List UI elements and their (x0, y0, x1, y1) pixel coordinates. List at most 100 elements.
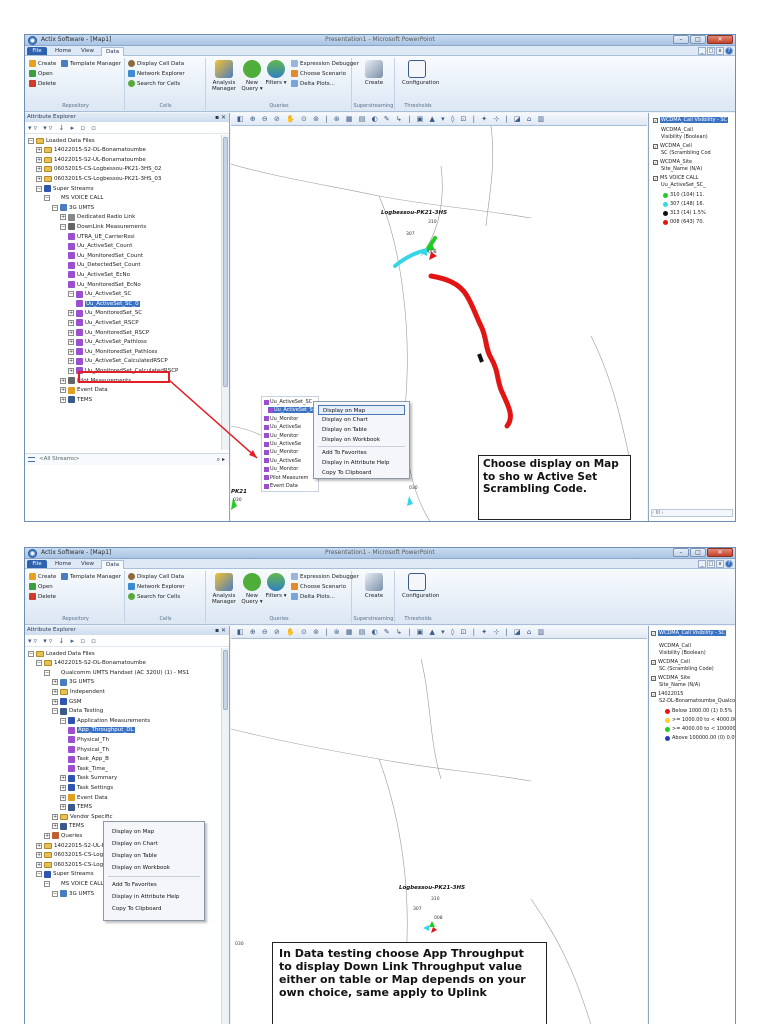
tree-node[interactable]: − Super Streams (36, 870, 94, 879)
drag-list-item[interactable]: Uu_Monitor (264, 449, 298, 455)
legend-layer[interactable]: Site_Name (N/A) (659, 682, 700, 688)
explorer-toolbar[interactable]: ▾▿ ▾▿ ↓ ▸ ▫ ▫ (25, 122, 229, 134)
tree-node[interactable]: + Uu_ActiveSet_RSCP (68, 318, 139, 327)
drag-list-item[interactable]: Uu_Monitor (264, 416, 298, 422)
display-on-table-item[interactable]: Display on Table (108, 851, 200, 861)
analysis-manager-button[interactable]: Analysis Manager (209, 60, 239, 92)
legend-layer[interactable]: WCDMA_Call (659, 643, 691, 649)
expression-debugger-button[interactable]: Expression Debugger (291, 60, 359, 67)
drag-list-item[interactable]: Uu_Monitor (264, 433, 298, 439)
tree-node[interactable]: + Uu_MonitoredSet_RSCP (68, 328, 149, 337)
tree-node[interactable]: +14022015-S2-UL-Bonamatoumbe (36, 155, 146, 164)
legend-layer[interactable]: ✓ WCDMA_Call Visibility - SC (651, 630, 727, 636)
tree-node[interactable]: − 3G UMTS (52, 889, 94, 898)
tree-node[interactable]: − MS VOICE CALL (44, 879, 103, 888)
checkbox-icon[interactable]: ✓ (653, 159, 658, 165)
expand-icon[interactable]: + (60, 396, 66, 403)
checkbox-icon[interactable]: ✓ (651, 675, 656, 681)
tree-node[interactable]: − Uu_ActiveSet_SC (68, 290, 131, 299)
collapse-icon[interactable]: − (68, 291, 74, 298)
tree-node[interactable]: Uu_DetectedSet_Count (68, 261, 141, 270)
legend-entry[interactable]: 310 (104) 11. (663, 192, 704, 198)
display-on-workbook-item[interactable]: Display on Workbook (108, 863, 200, 873)
expression-debugger-button[interactable]: Expression Debugger (291, 573, 359, 580)
display-cell-data-button[interactable]: Display Cell Data (128, 60, 184, 67)
tree-node[interactable]: + Queries (44, 831, 82, 840)
legend-layer[interactable]: S2-DL-Bonamatoumbe_Qualcomm UMTS Handset… (659, 698, 735, 704)
attribute-help-item[interactable]: Display in Attribute Help (108, 892, 200, 902)
collapse-icon[interactable]: − (36, 185, 42, 192)
display-on-map-item[interactable]: Display on Map (318, 405, 405, 415)
collapse-icon[interactable]: − (52, 204, 58, 211)
expand-icon[interactable]: + (60, 794, 66, 801)
collapse-icon[interactable]: − (52, 708, 58, 715)
open-button[interactable]: Open (29, 70, 53, 77)
pin-icon[interactable]: ▪ ✕ (215, 114, 226, 121)
legend-layer[interactable]: Visibility (Boolean) (659, 650, 706, 656)
search-icon[interactable]: ⌕ ▸ (217, 454, 225, 465)
legend-entry[interactable]: 307 (148) 16. (663, 201, 704, 207)
expand-icon[interactable]: + (36, 147, 42, 154)
network-explorer-button[interactable]: Network Explorer (128, 70, 185, 77)
legend-layer[interactable]: SC (Scrambling Cod (661, 150, 711, 156)
tree-node[interactable]: − 14022015-S2-DL-Bonamatoumbe (36, 659, 146, 668)
mdi-minimize-button[interactable]: _ (698, 560, 706, 568)
create-button[interactable]: Create (29, 60, 56, 67)
checkbox-icon[interactable]: ✓ (651, 659, 656, 665)
tree-node[interactable]: Uu_ActiveSet_EcNo (68, 270, 130, 279)
tree-node[interactable]: Uu_MonitoredSet_EcNo (68, 280, 141, 289)
template-manager-button[interactable]: Template Manager (61, 60, 121, 67)
display-on-chart-item[interactable]: Display on Chart (318, 415, 405, 425)
tree-node[interactable]: +3G UMTS (52, 678, 94, 687)
expand-icon[interactable]: + (52, 813, 58, 820)
search-cells-button[interactable]: Search for Cells (128, 593, 180, 600)
tree-node[interactable]: + Event Data (60, 793, 108, 802)
tree-node[interactable]: + TEMS (60, 395, 92, 404)
mdi-restore-button[interactable]: □ (707, 47, 715, 55)
tab-view[interactable]: View (77, 47, 98, 56)
checkbox-icon[interactable]: ✓ (653, 175, 658, 181)
tree-node[interactable]: + Uu_MonitoredSet_Pathloss (68, 347, 157, 356)
tree-node[interactable]: − Super Streams (36, 184, 94, 193)
file-menu[interactable]: File (27, 47, 47, 55)
add-to-favorites-item[interactable]: Add To Favorites (108, 880, 200, 890)
display-cell-data-button[interactable]: Display Cell Data (128, 573, 184, 580)
expand-icon[interactable]: + (60, 804, 66, 811)
expand-icon[interactable]: + (36, 175, 42, 182)
minimize-button[interactable]: – (673, 35, 689, 44)
collapse-icon[interactable]: − (44, 880, 50, 887)
tab-home[interactable]: Home (51, 560, 75, 569)
collapse-icon[interactable]: − (44, 195, 50, 202)
file-menu[interactable]: File (27, 560, 47, 568)
collapse-icon[interactable]: − (60, 223, 66, 230)
expand-icon[interactable]: + (36, 166, 42, 173)
tree-node[interactable]: − Application Measurements (60, 716, 150, 725)
drag-list-item[interactable]: Uu_ActiveSet_SC (264, 399, 312, 405)
choose-scenario-button[interactable]: Choose Scenario (291, 70, 346, 77)
tree-node[interactable]: App_Throughput_DL (68, 726, 135, 735)
filters-button[interactable]: Filters ▾ (261, 60, 291, 86)
delta-plots-button[interactable]: Delta Plots... (291, 80, 335, 87)
analysis-manager-button[interactable]: Analysis Manager (209, 573, 239, 605)
legend-entry[interactable]: 008 (643) 70. (663, 219, 704, 225)
tree-node[interactable]: Uu_MonitoredSet_Count (68, 251, 143, 260)
tree-node[interactable]: Task_App_B (68, 755, 109, 764)
tab-home[interactable]: Home (51, 47, 75, 56)
maximize-button[interactable]: □ (690, 548, 706, 557)
legend-layer[interactable]: ✓ WCDMA_Call Visibility - SC (653, 117, 729, 123)
legend-entry[interactable]: 313 (14) 1.5% (663, 210, 706, 216)
tree-node[interactable]: − Loaded Data Files (28, 649, 95, 658)
expand-icon[interactable]: + (68, 339, 74, 346)
collapse-icon[interactable]: − (36, 871, 42, 878)
collapse-icon[interactable]: − (28, 650, 34, 657)
pin-icon[interactable]: ▪ ✕ (215, 627, 226, 634)
collapse-icon[interactable]: − (28, 137, 34, 144)
expand-icon[interactable]: + (52, 698, 58, 705)
expand-icon[interactable]: + (44, 832, 50, 839)
expand-icon[interactable]: + (52, 688, 58, 695)
drag-list-item[interactable]: Pilot Measurem (264, 475, 308, 481)
tree-node[interactable]: + Dedicated Radio Link (60, 213, 135, 222)
maximize-button[interactable]: □ (690, 35, 706, 44)
add-to-favorites-item[interactable]: Add To Favorites (318, 448, 405, 458)
legend-layer[interactable]: Site_Name (N/A) (661, 166, 702, 172)
